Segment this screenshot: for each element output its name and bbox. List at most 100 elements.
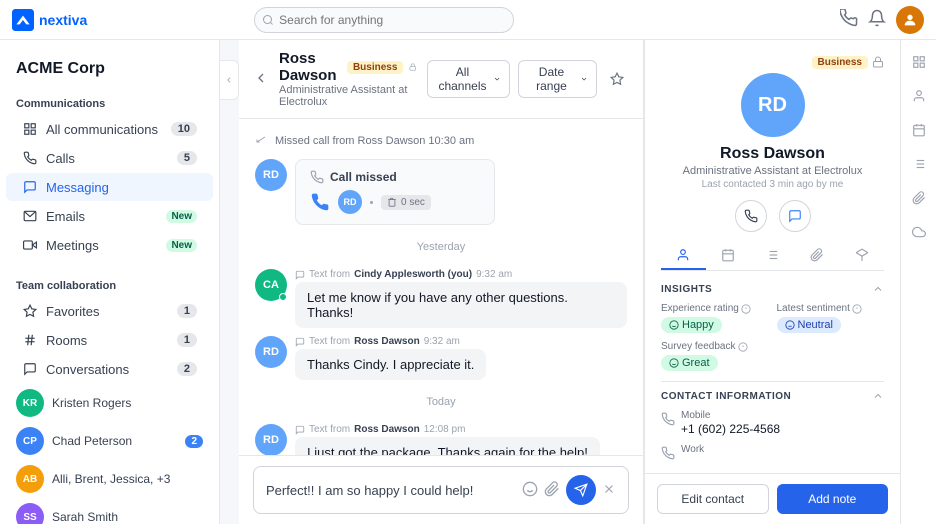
happy-icon [669, 320, 679, 330]
call-card: Call missed RD 0 sec [295, 159, 495, 225]
conv-alli-group[interactable]: AB Alli, Brent, Jessica, +3 [0, 460, 219, 498]
msg-cindy: CA Text from Cindy Applesworth (you) 9:3… [255, 269, 627, 328]
date-filter-button[interactable]: Date range [518, 60, 597, 98]
section-communications: Communications [0, 90, 219, 114]
great-icon [669, 358, 679, 368]
mobile-info-text: Mobile +1 (602) 225-4568 [681, 410, 780, 436]
msg-meta-ross-today: Text from Ross Dawson 12:08 pm [295, 424, 627, 435]
rp-calendar-icon[interactable] [905, 116, 933, 144]
msg-content-ross-yesterday: Text from Ross Dawson 9:32 am Thanks Cin… [295, 336, 627, 380]
contact-info-section-header: CONTACT INFORMATION [661, 390, 884, 402]
contact-name: Ross Dawson [661, 145, 884, 163]
contact-tab-list[interactable] [750, 242, 795, 270]
msg-meta-ross-yesterday: Text from Ross Dawson 9:32 am [295, 336, 627, 347]
call-card-title-text: Call missed [330, 170, 397, 184]
sidebar-item-favorites[interactable]: Favorites 1 [6, 297, 213, 325]
duration-text: 0 sec [401, 197, 425, 208]
attachment-button[interactable] [544, 481, 560, 500]
bell-icon[interactable] [868, 9, 886, 30]
app-name: nextiva [39, 12, 87, 28]
sidebar-item-conversations[interactable]: Conversations 2 [6, 355, 213, 383]
app-logo[interactable]: nextiva [12, 9, 87, 31]
sidebar-item-emails[interactable]: Emails New [6, 202, 213, 230]
msg-ross-yesterday: RD Text from Ross Dawson 9:32 am Thanks … [255, 336, 627, 380]
rp-list-icon[interactable] [905, 150, 933, 178]
sidebar-item-meetings[interactable]: Meetings New [6, 231, 213, 259]
msg-ross-today: RD Text from Ross Dawson 12:08 pm I just… [255, 424, 627, 455]
mobile-label: Mobile [681, 410, 780, 421]
conv-sarah-smith[interactable]: SS Sarah Smith [0, 498, 219, 524]
contact-details: Business RD Ross Dawson Administrative A… [645, 40, 900, 473]
sidebar-item-messaging[interactable]: Messaging [6, 173, 213, 201]
star-header-button[interactable] [605, 65, 628, 93]
chevron-down-icon-2 [580, 74, 588, 84]
org-name: ACME Corp [16, 60, 105, 77]
add-note-button[interactable]: Add note [777, 484, 889, 514]
hash-icon [22, 332, 38, 348]
contact-phone-button[interactable] [735, 200, 767, 232]
conv-name-chad: Chad Peterson [52, 434, 177, 448]
call-card-title: Call missed [310, 170, 480, 184]
rp-cloud-icon[interactable] [905, 218, 933, 246]
msg-content-ross-today: Text from Ross Dawson 12:08 pm I just go… [295, 424, 627, 455]
chat-input-wrap [253, 466, 629, 514]
emails-badge: New [166, 210, 197, 223]
contact-title: Administrative Assistant at Electrolux [661, 165, 884, 177]
contact-lock-icon [872, 56, 884, 68]
business-badge: Business [347, 61, 403, 74]
favorites-badge: 1 [177, 304, 197, 318]
sidebar-item-all-communications[interactable]: All communications 10 [6, 115, 213, 143]
survey-label-text: Survey feedback [661, 341, 736, 352]
chat-header: Ross Dawson Business Administrative Assi… [239, 40, 643, 119]
rp-attachment-icon[interactable] [905, 184, 933, 212]
contact-tab-person[interactable] [661, 242, 706, 270]
sidebar-toggle[interactable] [219, 60, 239, 100]
contact-business-badge: Business [812, 56, 868, 69]
search-input[interactable] [254, 7, 514, 33]
rooms-label: Rooms [46, 333, 169, 348]
emoji-button[interactable] [522, 481, 538, 500]
insights-chevron[interactable] [872, 283, 884, 295]
channels-filter-label: All channels [436, 65, 489, 93]
search-icon [262, 14, 274, 26]
work-icon [661, 446, 675, 460]
ross-time-yesterday: 9:32 am [424, 336, 460, 347]
conv-kristen-rogers[interactable]: KR Kristen Rogers [0, 384, 219, 422]
channels-filter-button[interactable]: All channels [427, 60, 510, 98]
favorites-label: Favorites [46, 304, 169, 319]
star-icon [22, 303, 38, 319]
chat-input[interactable] [266, 483, 514, 498]
user-avatar[interactable] [896, 6, 924, 34]
cindy-bubble: Let me know if you have any other questi… [295, 282, 627, 328]
sidebar-item-rooms[interactable]: Rooms 1 [6, 326, 213, 354]
work-label: Work [681, 444, 704, 455]
sentiment-label: Latest sentiment [777, 303, 885, 314]
conv-chad-peterson[interactable]: CP Chad Peterson 2 [0, 422, 219, 460]
missed-call-icon [255, 135, 267, 147]
experience-value: Happy [661, 317, 722, 333]
conv-name-sarah: Sarah Smith [52, 510, 203, 524]
contact-chat-button[interactable] [779, 200, 811, 232]
chat-area: Ross Dawson Business Administrative Assi… [239, 40, 644, 524]
conv-avatar-chad: CP [16, 427, 44, 455]
contact-info-chevron[interactable] [872, 390, 884, 402]
send-button[interactable] [566, 475, 596, 505]
contact-tab-attachment[interactable] [795, 242, 840, 270]
missed-call-text: Missed call from Ross Dawson 10:30 am [275, 135, 474, 147]
rp-grid-icon[interactable] [905, 48, 933, 76]
chat-input-area [239, 455, 643, 524]
email-icon [22, 208, 38, 224]
close-input-button[interactable] [602, 482, 616, 499]
edit-contact-button[interactable]: Edit contact [657, 484, 769, 514]
back-button[interactable] [253, 70, 269, 89]
contact-tab-more[interactable] [839, 242, 884, 270]
rp-contact-icon[interactable] [905, 82, 933, 110]
contact-tab-calendar[interactable] [706, 242, 751, 270]
msg-content-cindy: Text from Cindy Applesworth (you) 9:32 a… [295, 269, 627, 328]
sidebar-item-calls[interactable]: Calls 5 [6, 144, 213, 172]
cindy-time: 9:32 am [476, 269, 512, 280]
avatar-ross-yesterday: RD [255, 336, 287, 368]
chevron-down-icon [493, 74, 501, 84]
phone-icon[interactable] [840, 9, 858, 30]
messaging-label: Messaging [46, 180, 197, 195]
